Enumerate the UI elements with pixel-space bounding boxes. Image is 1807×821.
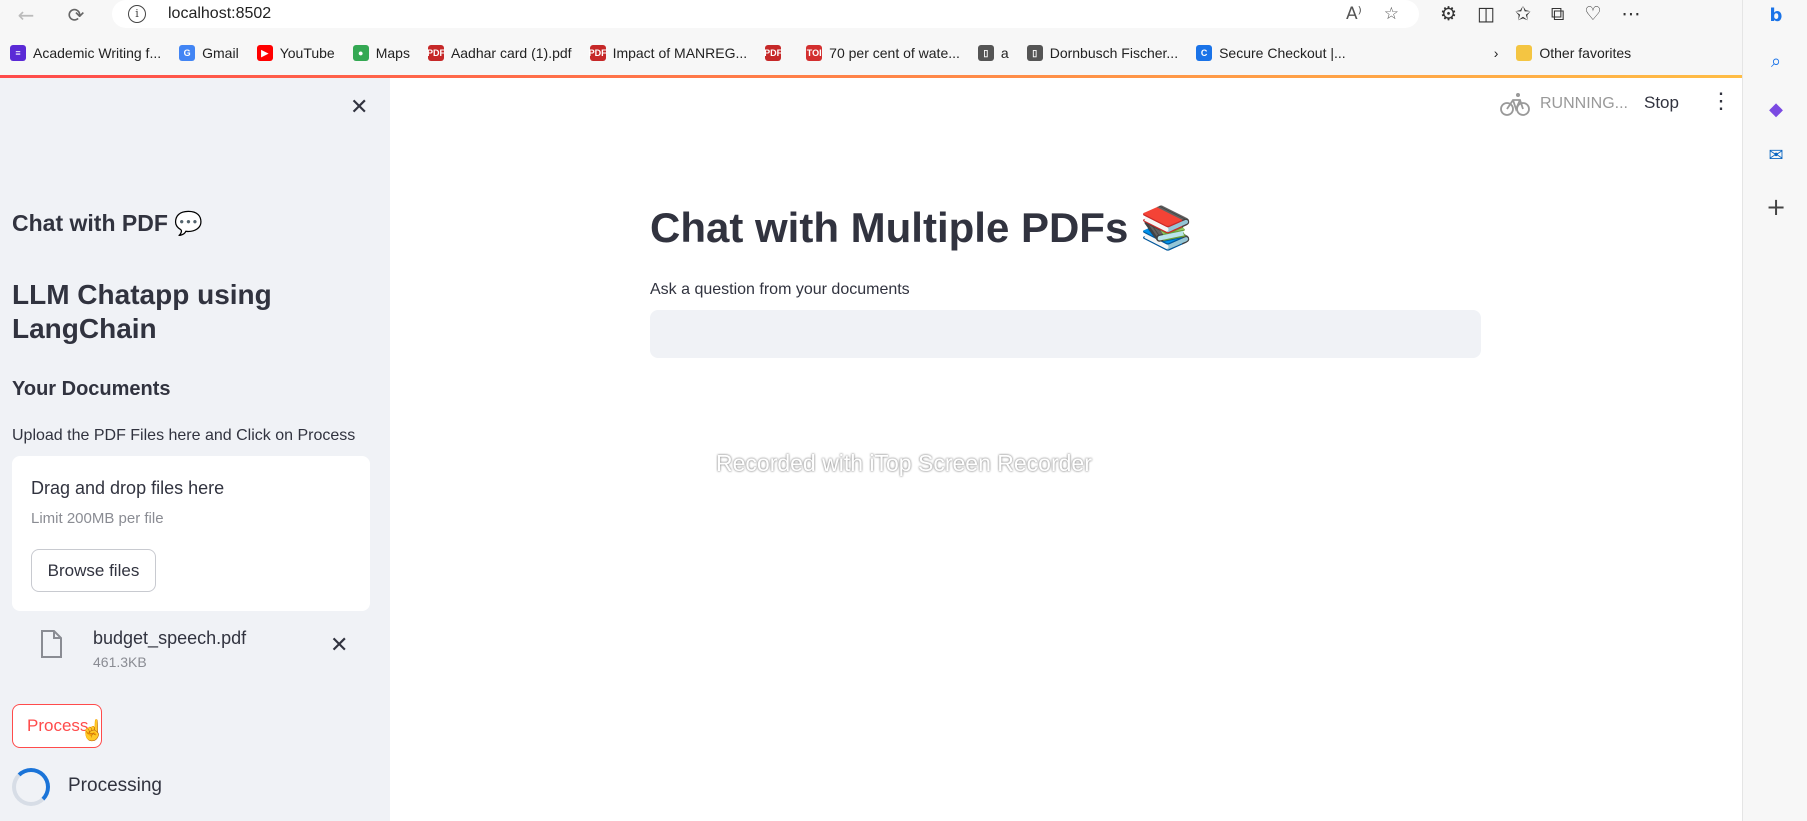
file-icon <box>41 630 62 658</box>
processing-text: Processing <box>68 775 162 796</box>
bookmark-label: Dornbusch Fischer... <box>1049 45 1179 61</box>
bookmark-item[interactable]: ≡ Academic Writing f... <box>10 45 161 61</box>
office-icon[interactable]: ◆ <box>1761 94 1791 124</box>
youtube-icon: ▶ <box>256 45 273 61</box>
more-menu-icon[interactable]: ⋯ <box>1622 3 1641 25</box>
search-icon[interactable]: ⌕ <box>1761 46 1791 76</box>
url-text[interactable]: localhost:8502 <box>168 5 271 23</box>
bookmark-item[interactable]: PDF Impact of MANREG... <box>589 45 748 61</box>
app-sidebar: ✕ Chat with PDF 💬 LLM Chatapp using Lang… <box>0 78 390 821</box>
toi-icon: TOI <box>806 45 823 61</box>
maps-icon: ● <box>352 45 369 61</box>
bicycle-icon <box>1500 93 1530 116</box>
bookmark-label: Secure Checkout |... <box>1219 45 1346 61</box>
question-input[interactable] <box>650 310 1481 358</box>
address-bar[interactable]: i localhost:8502 A⁾ ☆ <box>112 0 1419 28</box>
file-name: budget_speech.pdf <box>93 628 247 648</box>
upload-help-text: Upload the PDF Files here and Click on P… <box>12 427 356 444</box>
bookmarks-overflow-icon[interactable]: › <box>1494 45 1499 61</box>
bookmark-item[interactable]: PDF <box>764 45 788 61</box>
performance-icon[interactable]: ♡ <box>1585 3 1602 25</box>
running-label: RUNNING... <box>1540 95 1628 112</box>
omnibox-actions: A⁾ ☆ <box>1346 4 1399 24</box>
add-icon[interactable]: + <box>1761 192 1791 222</box>
bookmark-label: Maps <box>375 45 410 61</box>
close-sidebar-icon[interactable]: ✕ <box>350 94 368 120</box>
bookmark-item[interactable]: ▯ Dornbusch Fischer... <box>1026 45 1179 61</box>
bookmark-label: Aadhar card (1).pdf <box>450 45 572 61</box>
file-dropzone[interactable]: Drag and drop files here Limit 200MB per… <box>12 456 370 611</box>
file-size: 461.3KB <box>93 654 147 670</box>
bookmark-label: YouTube <box>279 45 335 61</box>
outlook-icon[interactable]: ✉ <box>1761 140 1791 170</box>
collections-icon[interactable]: ⧉ <box>1551 3 1565 25</box>
remove-file-icon[interactable]: ✕ <box>330 632 348 658</box>
bookmark-label: 70 per cent of wate... <box>829 45 960 61</box>
address-row: ← ⟳ i localhost:8502 A⁾ ☆ ⚙ ◫ ✩ ⧉ ♡ ⋯ <box>0 0 1742 30</box>
bookmark-label: Gmail <box>202 45 239 61</box>
other-favorites[interactable]: Other favorites <box>1516 45 1631 61</box>
bookmark-item[interactable]: ▯ a <box>977 45 1009 61</box>
bookmark-item[interactable]: ● Maps <box>352 45 410 61</box>
recorder-watermark: Recorded with iTop Screen Recorder <box>716 450 1092 476</box>
dropzone-limit: Limit 200MB per file <box>31 510 164 527</box>
bookmark-item[interactable]: ▶ YouTube <box>256 45 335 61</box>
uploaded-file-row: budget_speech.pdf 461.3KB ✕ <box>12 618 370 678</box>
dropzone-title: Drag and drop files here <box>31 478 225 498</box>
bookmarks-bar: ≡ Academic Writing f... G Gmail ▶ YouTube ● Map… <box>0 40 1742 66</box>
documents-header: Your Documents <box>12 378 171 400</box>
extensions-icon[interactable]: ⚙ <box>1440 3 1457 25</box>
sidebar-title: Chat with PDF 💬 <box>12 210 203 236</box>
main-menu-icon[interactable]: ⋮ <box>1710 88 1732 114</box>
stop-button[interactable]: Stop <box>1644 93 1679 113</box>
other-favorites-label: Other favorites <box>1539 45 1632 61</box>
main-content: RUNNING... Stop ⋮ Chat with Multiple PDF… <box>390 78 1742 821</box>
question-label: Ask a question from your documents <box>650 281 910 298</box>
favorites-icon[interactable]: ✩ <box>1515 3 1531 25</box>
pdf-icon: PDF <box>764 45 782 61</box>
google-icon: G <box>179 45 196 61</box>
edge-sidebar: b ⌕ ◆ ✉ + <box>1742 0 1807 821</box>
bookmark-label: Academic Writing f... <box>33 45 162 61</box>
loading-spinner-icon <box>12 768 50 806</box>
bookmark-item[interactable]: TOI 70 per cent of wate... <box>806 45 960 61</box>
split-screen-icon[interactable]: ◫ <box>1477 3 1495 25</box>
list-icon: ≡ <box>10 45 26 61</box>
browse-files-button[interactable]: Browse files <box>31 549 156 592</box>
copilot-icon[interactable]: b <box>1761 0 1791 30</box>
pdf-icon: PDF <box>589 45 607 61</box>
pdf-icon: PDF <box>427 45 445 61</box>
hand-cursor-icon: ☝ <box>80 720 105 742</box>
back-icon[interactable]: ← <box>12 3 40 27</box>
page-title: Chat with Multiple PDFs 📚 <box>650 204 1193 251</box>
bookmark-item[interactable]: C Secure Checkout |... <box>1196 45 1346 61</box>
favorite-star-icon[interactable]: ☆ <box>1384 4 1399 24</box>
folder-icon <box>1516 45 1533 61</box>
bookmark-label: a <box>1000 45 1009 61</box>
read-aloud-icon[interactable]: A⁾ <box>1346 4 1362 24</box>
bookmark-label: Impact of MANREG... <box>612 45 748 61</box>
checkout-icon: C <box>1196 45 1213 61</box>
bookmark-item[interactable]: PDF Aadhar card (1).pdf <box>427 45 572 61</box>
browser-chrome: ← ⟳ i localhost:8502 A⁾ ☆ ⚙ ◫ ✩ ⧉ ♡ ⋯ ≡ A… <box>0 0 1742 78</box>
info-icon[interactable]: i <box>128 5 146 23</box>
running-status: RUNNING... <box>1500 92 1628 116</box>
refresh-icon[interactable]: ⟳ <box>62 3 90 27</box>
toolbar-icons: ⚙ ◫ ✩ ⧉ ♡ ⋯ <box>1440 3 1641 25</box>
bookmark-item[interactable]: G Gmail <box>179 45 239 61</box>
page-icon: ▯ <box>977 45 994 61</box>
sidebar-subheader: LLM Chatapp using LangChain <box>12 279 272 344</box>
page-icon: ▯ <box>1026 45 1043 61</box>
